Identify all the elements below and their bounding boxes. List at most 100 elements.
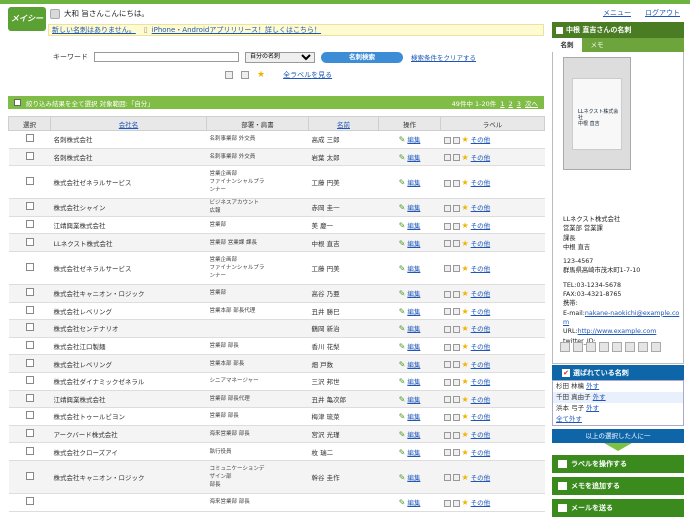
star-icon[interactable]: ★ (462, 203, 469, 212)
star-icon[interactable]: ★ (462, 307, 469, 316)
edit-link[interactable]: 編集 (407, 290, 420, 298)
tag-icon[interactable] (452, 154, 460, 162)
sort-name-link[interactable]: 名前 (337, 121, 350, 129)
page-link-1[interactable]: 1 (500, 100, 504, 108)
page-link-2[interactable]: 2 (509, 100, 513, 108)
row-checkbox[interactable] (25, 288, 34, 297)
label-icon[interactable] (443, 378, 451, 386)
star-icon[interactable]: ★ (462, 153, 469, 162)
tag-icon[interactable] (452, 204, 460, 212)
label-icon[interactable] (443, 136, 451, 144)
star-icon[interactable]: ★ (462, 473, 469, 482)
edit-link[interactable]: 編集 (407, 179, 420, 187)
row-checkbox[interactable] (25, 471, 34, 480)
star-icon[interactable]: ★ (462, 289, 469, 298)
edit-link[interactable]: 編集 (407, 431, 420, 439)
label-icon[interactable] (443, 308, 451, 316)
page-link-3[interactable]: 3 (517, 100, 521, 108)
more-link[interactable]: その他 (471, 325, 491, 333)
label-icon[interactable] (443, 413, 451, 421)
more-link[interactable]: その他 (471, 136, 491, 144)
label-icon[interactable] (443, 222, 451, 230)
more-link[interactable]: その他 (471, 449, 491, 457)
star-icon[interactable]: ★ (462, 221, 469, 230)
tag-icon[interactable] (452, 308, 460, 316)
edit-link[interactable]: 編集 (407, 343, 420, 351)
star-icon[interactable]: ★ (462, 448, 469, 457)
row-checkbox[interactable] (25, 497, 34, 506)
edit-link[interactable]: 編集 (407, 265, 420, 273)
tab-memo[interactable]: メモ (582, 38, 612, 52)
star-icon[interactable]: ★ (462, 264, 469, 273)
edit-link[interactable]: 編集 (407, 204, 420, 212)
row-checkbox[interactable] (25, 429, 34, 438)
star-icon[interactable]: ★ (462, 360, 469, 369)
label-icon[interactable] (443, 240, 451, 248)
label-icon[interactable] (443, 343, 451, 351)
sort-company-link[interactable]: 会社名 (119, 121, 139, 129)
star-icon[interactable]: ★ (462, 178, 469, 187)
tag-icon[interactable] (452, 325, 460, 333)
edit-link[interactable]: 編集 (407, 325, 420, 333)
label-icon[interactable] (443, 265, 451, 273)
tag-icon[interactable] (452, 449, 460, 457)
logout-link[interactable]: ログアウト (645, 8, 680, 18)
edit-link[interactable]: 編集 (407, 154, 420, 162)
star-icon[interactable]: ★ (462, 377, 469, 386)
row-checkbox[interactable] (25, 446, 34, 455)
tag-icon[interactable] (452, 499, 460, 507)
label-icon[interactable] (443, 204, 451, 212)
more-link[interactable]: その他 (471, 290, 491, 298)
tag-icon[interactable] (452, 378, 460, 386)
more-link[interactable]: その他 (471, 222, 491, 230)
edit-link[interactable]: 編集 (407, 136, 420, 144)
star-icon[interactable]: ★ (257, 70, 265, 80)
print-icon[interactable] (573, 342, 583, 352)
next-page-link[interactable]: 次へ (525, 100, 538, 108)
more-link[interactable]: その他 (471, 396, 491, 404)
search-button[interactable]: 名刺検索 (321, 51, 403, 63)
row-checkbox[interactable] (25, 202, 34, 211)
label-icon[interactable] (443, 499, 451, 507)
edit-link[interactable]: 編集 (407, 222, 420, 230)
row-checkbox[interactable] (25, 411, 34, 420)
tab-card[interactable]: 名刺 (552, 38, 582, 52)
tag-icon[interactable] (452, 343, 460, 351)
more-link[interactable]: その他 (471, 431, 491, 439)
star-icon[interactable]: ★ (462, 412, 469, 421)
edit-link[interactable]: 編集 (407, 361, 420, 369)
mail-icon[interactable] (560, 342, 570, 352)
row-checkbox[interactable] (25, 237, 34, 246)
more-link[interactable]: その他 (471, 154, 491, 162)
more-link[interactable]: その他 (471, 179, 491, 187)
edit-link[interactable]: 編集 (407, 396, 420, 404)
facebook-icon[interactable] (625, 342, 635, 352)
more-link[interactable]: その他 (471, 413, 491, 421)
star-icon[interactable]: ★ (462, 239, 469, 248)
remove-link[interactable]: 外す (586, 382, 599, 390)
label-icon[interactable] (443, 179, 451, 187)
card-image[interactable]: LLネクスト株式会社 中根 直吉 (563, 57, 631, 170)
label-icon[interactable] (443, 290, 451, 298)
more-link[interactable]: その他 (471, 240, 491, 248)
row-checkbox[interactable] (25, 134, 34, 143)
edit-link[interactable]: 編集 (407, 474, 420, 482)
more-link[interactable]: その他 (471, 499, 491, 507)
label-action-button[interactable]: ラベルを操作する (552, 455, 684, 473)
row-checkbox[interactable] (25, 151, 34, 160)
no-new-cards-link[interactable]: 新しい名刺はありません。 (52, 25, 136, 35)
more-link[interactable]: その他 (471, 308, 491, 316)
share-icon[interactable] (599, 342, 609, 352)
remove-link[interactable]: 外す (586, 404, 599, 412)
row-checkbox[interactable] (25, 220, 34, 229)
row-checkbox[interactable] (25, 323, 34, 332)
row-checkbox[interactable] (25, 358, 34, 367)
label-icon[interactable] (443, 325, 451, 333)
chart-icon[interactable] (612, 342, 622, 352)
star-icon[interactable]: ★ (462, 395, 469, 404)
label-icon[interactable] (443, 361, 451, 369)
label-icon[interactable] (225, 71, 233, 79)
remove-link[interactable]: 外す (593, 393, 606, 401)
tag-icon[interactable] (452, 431, 460, 439)
edit-link[interactable]: 編集 (407, 413, 420, 421)
